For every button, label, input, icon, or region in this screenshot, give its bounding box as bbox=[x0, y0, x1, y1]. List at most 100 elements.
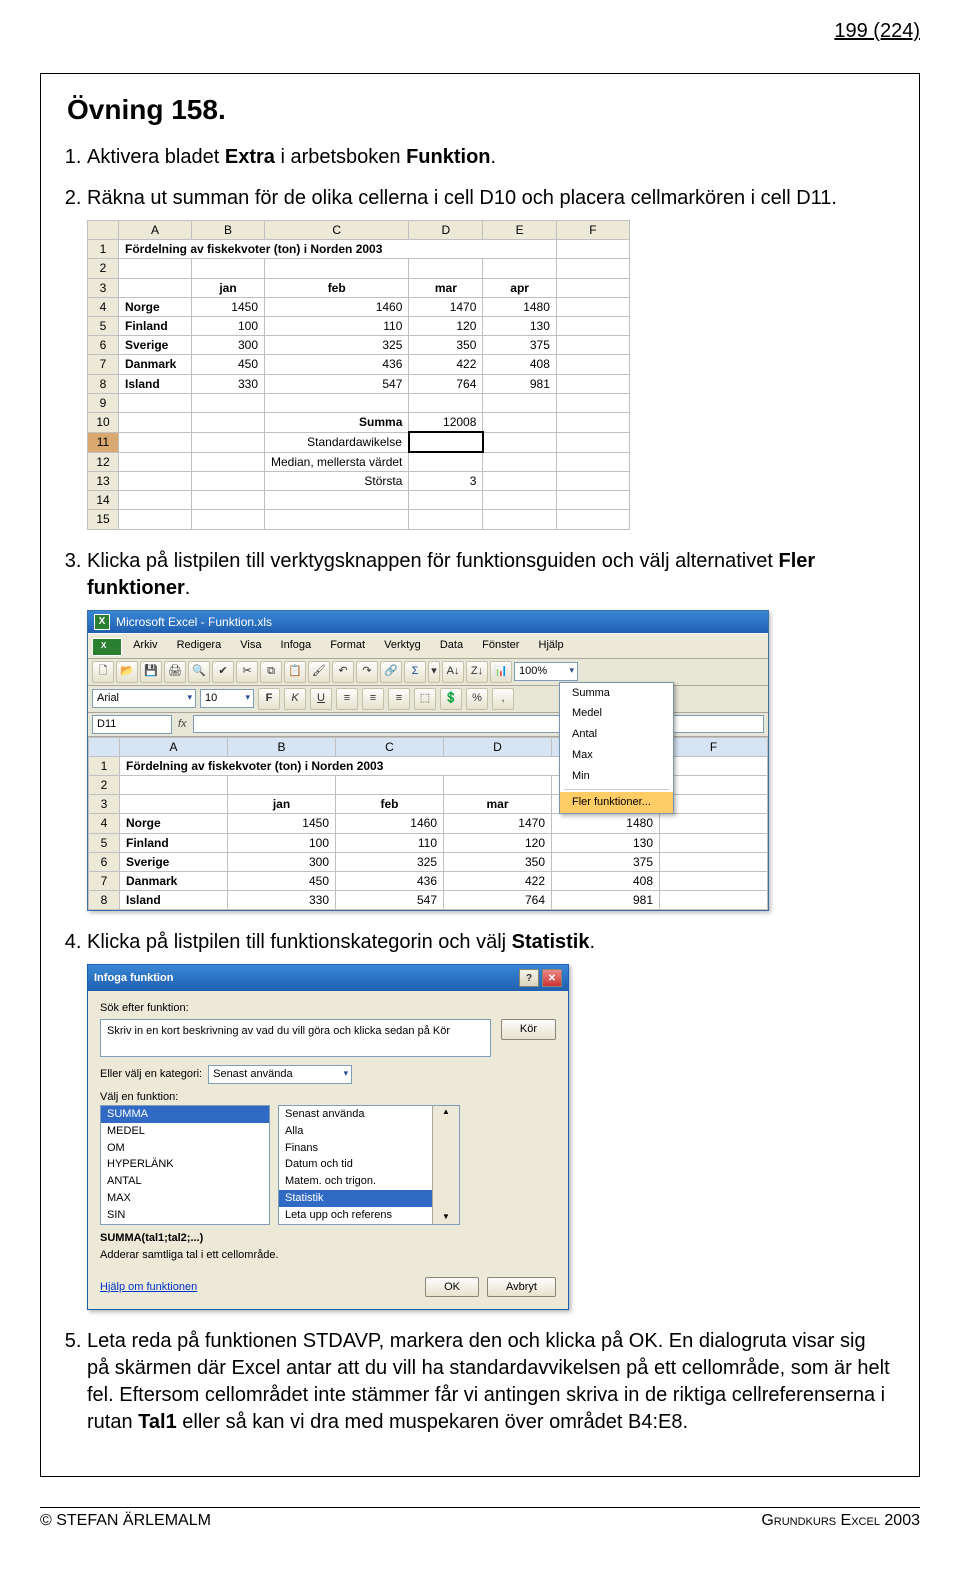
cell[interactable]: 375 bbox=[483, 336, 557, 355]
name-box[interactable]: D11 bbox=[92, 715, 172, 734]
row-header[interactable]: 4 bbox=[89, 814, 120, 833]
cell[interactable]: 350 bbox=[444, 852, 552, 871]
cell[interactable] bbox=[120, 795, 228, 814]
cell[interactable] bbox=[483, 432, 557, 452]
cell[interactable] bbox=[556, 316, 629, 335]
cell[interactable] bbox=[556, 374, 629, 393]
cell[interactable] bbox=[556, 297, 629, 316]
cell[interactable]: 375 bbox=[552, 852, 660, 871]
format-painter-icon[interactable]: 🖌 bbox=[308, 661, 330, 683]
cell[interactable] bbox=[483, 412, 557, 432]
hyperlink-icon[interactable]: 🔗 bbox=[380, 661, 402, 683]
cell[interactable] bbox=[120, 776, 228, 795]
cell[interactable]: Danmark bbox=[119, 355, 192, 374]
align-right-icon[interactable]: ≡ bbox=[388, 688, 410, 710]
menu-item[interactable]: Redigera bbox=[169, 636, 230, 655]
category-dropdown[interactable]: Senast använda bbox=[208, 1065, 352, 1084]
col-header[interactable]: B bbox=[228, 737, 336, 756]
cell[interactable] bbox=[660, 891, 768, 910]
cell[interactable]: 436 bbox=[336, 871, 444, 890]
cell[interactable] bbox=[556, 510, 629, 529]
autosum-dropdown-icon[interactable]: ▾ bbox=[428, 661, 440, 683]
cell[interactable]: jan bbox=[192, 278, 265, 297]
col-header[interactable]: D bbox=[444, 737, 552, 756]
menu-item[interactable]: Min bbox=[560, 766, 673, 787]
cell[interactable]: 330 bbox=[192, 374, 265, 393]
cell[interactable]: 325 bbox=[265, 336, 409, 355]
cell[interactable]: Största bbox=[265, 472, 409, 491]
doc-icon[interactable]: X bbox=[92, 638, 122, 656]
cell[interactable]: Median, mellersta värdet bbox=[265, 452, 409, 472]
col-header[interactable]: F bbox=[556, 221, 629, 240]
cell[interactable]: 422 bbox=[409, 355, 483, 374]
cell[interactable] bbox=[660, 814, 768, 833]
cell[interactable]: 1470 bbox=[409, 297, 483, 316]
list-item[interactable]: MEDEL bbox=[101, 1123, 269, 1140]
cell[interactable]: Sverige bbox=[120, 852, 228, 871]
go-button[interactable]: Kör bbox=[501, 1019, 556, 1040]
cell[interactable]: 300 bbox=[228, 852, 336, 871]
cell[interactable]: 1480 bbox=[552, 814, 660, 833]
cell[interactable]: 450 bbox=[192, 355, 265, 374]
menu-item[interactable]: Fönster bbox=[474, 636, 527, 655]
preview-icon[interactable]: 🔍 bbox=[188, 661, 210, 683]
cell[interactable] bbox=[265, 393, 409, 412]
list-item[interactable]: MAX bbox=[101, 1190, 269, 1207]
cell[interactable]: 1460 bbox=[336, 814, 444, 833]
menu-item[interactable]: Summa bbox=[560, 683, 673, 704]
cell[interactable] bbox=[483, 393, 557, 412]
row-header[interactable]: 6 bbox=[89, 852, 120, 871]
cell[interactable] bbox=[119, 393, 192, 412]
close-button[interactable]: ✕ bbox=[542, 969, 562, 987]
merge-icon[interactable]: ⬚ bbox=[414, 688, 436, 710]
sort-desc-icon[interactable]: Z↓ bbox=[466, 661, 488, 683]
list-item[interactable]: HYPERLÄNK bbox=[101, 1156, 269, 1173]
cell[interactable] bbox=[409, 491, 483, 510]
scroll-up-icon[interactable]: ▲ bbox=[442, 1107, 450, 1118]
cell[interactable]: 1470 bbox=[444, 814, 552, 833]
cell[interactable]: Summa bbox=[265, 412, 409, 432]
row-header[interactable]: 3 bbox=[88, 278, 119, 297]
cell[interactable] bbox=[556, 432, 629, 452]
sort-asc-icon[interactable]: A↓ bbox=[442, 661, 464, 683]
cell[interactable] bbox=[192, 259, 265, 278]
col-header[interactable]: F bbox=[660, 737, 768, 756]
cell[interactable]: 436 bbox=[265, 355, 409, 374]
cell[interactable]: jan bbox=[228, 795, 336, 814]
undo-icon[interactable]: ↶ bbox=[332, 661, 354, 683]
row-header[interactable]: 5 bbox=[89, 833, 120, 852]
row-header[interactable]: 9 bbox=[88, 393, 119, 412]
spell-icon[interactable]: ✔ bbox=[212, 661, 234, 683]
menu-item[interactable]: Format bbox=[322, 636, 373, 655]
menu-item[interactable]: Antal bbox=[560, 724, 673, 745]
menu-item[interactable]: Arkiv bbox=[125, 636, 165, 655]
row-header[interactable]: 6 bbox=[88, 336, 119, 355]
row-header[interactable]: 4 bbox=[88, 297, 119, 316]
cell[interactable] bbox=[660, 776, 768, 795]
cell[interactable]: feb bbox=[265, 278, 409, 297]
cell[interactable]: 981 bbox=[483, 374, 557, 393]
cell[interactable]: 1450 bbox=[228, 814, 336, 833]
cell[interactable] bbox=[228, 776, 336, 795]
cell[interactable] bbox=[119, 432, 192, 452]
list-item[interactable]: SUMMA bbox=[101, 1106, 269, 1123]
cell[interactable]: 130 bbox=[552, 833, 660, 852]
row-header[interactable]: 1 bbox=[89, 756, 120, 775]
cell[interactable] bbox=[483, 452, 557, 472]
menu-item[interactable]: Verktyg bbox=[376, 636, 429, 655]
cancel-button[interactable]: Avbryt bbox=[487, 1277, 556, 1298]
paste-icon[interactable]: 📋 bbox=[284, 661, 306, 683]
cell[interactable]: 325 bbox=[336, 852, 444, 871]
cell[interactable] bbox=[556, 336, 629, 355]
font-dropdown[interactable]: Arial bbox=[92, 689, 196, 708]
cell[interactable]: 1480 bbox=[483, 297, 557, 316]
cell[interactable] bbox=[119, 452, 192, 472]
col-header[interactable]: C bbox=[336, 737, 444, 756]
print-icon[interactable]: 🖨 bbox=[164, 661, 186, 683]
row-header[interactable]: 8 bbox=[88, 374, 119, 393]
fx-icon[interactable]: fx bbox=[178, 717, 187, 732]
cell[interactable] bbox=[660, 756, 768, 775]
cell[interactable] bbox=[119, 510, 192, 529]
cell[interactable]: 3 bbox=[409, 472, 483, 491]
cell[interactable]: apr bbox=[483, 278, 557, 297]
